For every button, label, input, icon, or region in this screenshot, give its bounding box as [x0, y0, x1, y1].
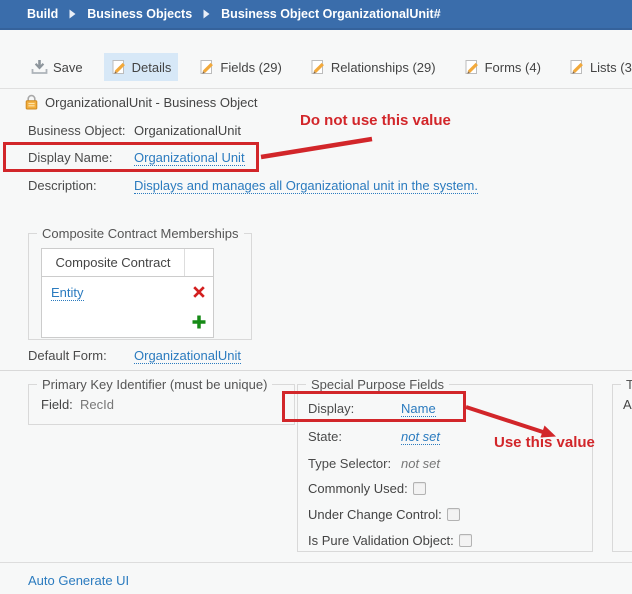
annotation-do-not-use: Do not use this value [300, 112, 451, 129]
clipped-right-fieldset: Tra Aud [612, 384, 632, 552]
clipped-fieldset-content: Aud [623, 397, 632, 412]
auto-generate-ui-link[interactable]: Auto Generate UI [28, 573, 129, 588]
chevron-right-icon [69, 9, 76, 19]
type-selector-label: Type Selector: [308, 456, 401, 471]
tab-relationships[interactable]: Relationships (29) [303, 53, 443, 81]
state-field-row: State:not set [308, 429, 440, 444]
description-value-link[interactable]: Displays and manages all Organizational … [134, 178, 478, 194]
edit-pencil-icon [199, 59, 215, 75]
edit-pencil-icon [111, 59, 127, 75]
edit-pencil-icon [464, 59, 480, 75]
business-object-details-page: Build Business Objects Business Object O… [0, 0, 632, 594]
composite-contract-legend: Composite Contract Memberships [37, 226, 244, 241]
save-label: Save [53, 60, 83, 75]
state-field-label: State: [308, 429, 401, 444]
is-pure-validation-checkbox[interactable] [459, 534, 472, 547]
composite-contract-table: Composite Contract Entity [41, 248, 214, 338]
description-label: Description: [28, 178, 134, 193]
field-value: RecId [80, 397, 114, 412]
under-change-control-checkbox[interactable] [447, 508, 460, 521]
business-object-value: OrganizationalUnit [134, 123, 241, 138]
annotation-box-display-field [282, 391, 466, 422]
chevron-right-icon [203, 9, 210, 19]
tab-label: Fields (29) [220, 60, 281, 75]
edit-pencil-icon [569, 59, 585, 75]
save-button[interactable]: Save [24, 53, 90, 81]
tab-label: Relationships (29) [331, 60, 436, 75]
breadcrumb-business-objects[interactable]: Business Objects [87, 7, 192, 21]
delete-x-icon[interactable] [185, 285, 213, 299]
default-form-value-link[interactable]: OrganizationalUnit [134, 348, 241, 364]
annotation-use-this: Use this value [494, 434, 595, 451]
composite-contract-column-header: Composite Contract [42, 249, 185, 276]
special-purpose-legend: Special Purpose Fields [306, 377, 449, 392]
save-download-icon [31, 59, 48, 75]
tab-label: Forms (4) [485, 60, 541, 75]
tab-label: Lists (3) [590, 60, 632, 75]
tab-label: Details [132, 60, 172, 75]
object-title: OrganizationalUnit - Business Object [45, 95, 257, 110]
breadcrumb: Build Business Objects Business Object O… [0, 0, 632, 30]
commonly-used-checkbox[interactable] [413, 482, 426, 495]
table-row: Entity [42, 277, 213, 307]
breadcrumb-current-page: Business Object OrganizationalUnit# [221, 7, 441, 21]
primary-key-fieldset: Primary Key Identifier (must be unique) … [28, 384, 295, 425]
primary-key-field-row: Field: RecId [41, 397, 114, 412]
section-divider [0, 370, 632, 371]
commonly-used-label: Commonly Used: [308, 481, 408, 496]
toolbar-divider [0, 88, 632, 89]
description-row: Description:Displays and manages all Org… [28, 178, 478, 193]
add-plus-icon[interactable] [185, 314, 213, 330]
lock-icon [24, 94, 39, 110]
business-object-label: Business Object: [28, 123, 134, 138]
footer-divider [0, 562, 632, 563]
edit-pencil-icon [310, 59, 326, 75]
composite-contract-table-header: Composite Contract [42, 249, 213, 277]
is-pure-validation-label: Is Pure Validation Object: [308, 533, 454, 548]
object-header: OrganizationalUnit - Business Object [24, 94, 257, 110]
tab-forms[interactable]: Forms (4) [457, 53, 548, 81]
entity-link[interactable]: Entity [51, 285, 84, 301]
table-row-add [42, 307, 213, 337]
under-change-control-label: Under Change Control: [308, 507, 442, 522]
tab-details[interactable]: Details [104, 53, 179, 81]
clipped-fieldset-legend: Tra [621, 377, 632, 392]
type-selector-value: not set [401, 456, 440, 471]
primary-key-legend: Primary Key Identifier (must be unique) [37, 377, 272, 392]
type-selector-row: Type Selector:not set [308, 456, 440, 471]
toolbar: Save Details Fields (29) [24, 52, 632, 82]
annotation-box-display-name [3, 142, 259, 172]
commonly-used-row: Commonly Used: [308, 481, 426, 496]
tab-fields[interactable]: Fields (29) [192, 53, 288, 81]
business-object-row: Business Object:OrganizationalUnit [28, 123, 241, 138]
tab-lists[interactable]: Lists (3) [562, 53, 632, 81]
default-form-label: Default Form: [28, 348, 134, 363]
default-form-row: Default Form:OrganizationalUnit [28, 348, 241, 363]
is-pure-validation-row: Is Pure Validation Object: [308, 533, 472, 548]
state-field-value-link[interactable]: not set [401, 429, 440, 445]
field-label: Field: [41, 397, 73, 412]
composite-contract-fieldset: Composite Contract Memberships Composite… [28, 233, 252, 340]
breadcrumb-build[interactable]: Build [27, 7, 58, 21]
under-change-control-row: Under Change Control: [308, 507, 460, 522]
